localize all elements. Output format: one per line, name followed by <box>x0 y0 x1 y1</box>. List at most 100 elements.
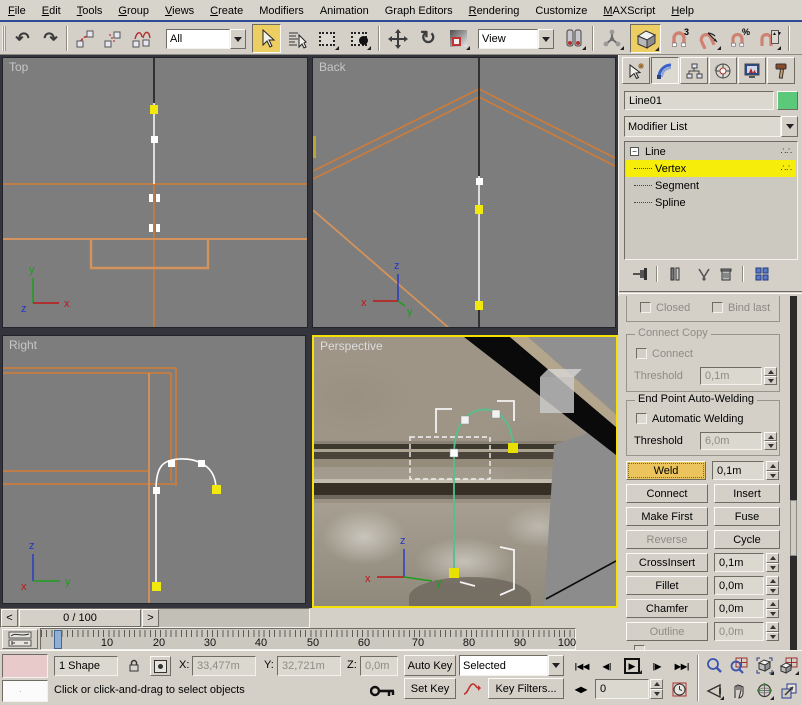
time-slider-next-button[interactable]: > <box>142 609 159 627</box>
connect-button[interactable]: Connect <box>626 484 708 503</box>
weld-value-spinner[interactable] <box>766 461 779 480</box>
outline-field[interactable]: 0,0m <box>714 622 764 641</box>
menu-item-animation[interactable]: Animation <box>312 2 377 19</box>
toolbar-drag-handle[interactable] <box>2 26 6 51</box>
rollout-scrollbar-thumb[interactable] <box>790 500 797 556</box>
stack-item-line[interactable]: − Line ∴∴ <box>626 143 796 160</box>
min-max-toggle-button[interactable] <box>777 679 801 702</box>
zoom-button[interactable] <box>702 654 726 677</box>
arc-rotate-button[interactable] <box>752 679 776 702</box>
x-coordinate-field[interactable]: 33,477m <box>192 656 256 676</box>
key-mode-toggle-button[interactable]: ◀▶ <box>571 680 591 698</box>
viewport-back[interactable]: Back z x y <box>312 57 616 328</box>
maxscript-macro-recorder-pane[interactable] <box>2 654 48 678</box>
tab-utilities[interactable] <box>767 57 795 84</box>
weld-threshold-field[interactable]: 6,0m <box>700 432 762 450</box>
menu-item-help[interactable]: Help <box>663 2 702 19</box>
menu-item-edit[interactable]: Edit <box>34 2 69 19</box>
collapse-box-icon[interactable]: − <box>630 147 639 156</box>
play-button[interactable]: ▶ <box>620 655 644 676</box>
current-frame-field[interactable]: 0 <box>595 679 649 699</box>
reference-coordinate-dropdown[interactable]: View <box>478 29 538 49</box>
tab-hierarchy[interactable] <box>680 57 708 84</box>
viewport-perspective-label[interactable]: Perspective <box>320 339 383 353</box>
viewport-back-label[interactable]: Back <box>319 60 346 74</box>
selection-filter-dropdown[interactable]: All <box>166 29 230 49</box>
chamfer-spinner[interactable] <box>766 599 779 618</box>
fillet-field[interactable]: 0,0m <box>714 576 764 595</box>
menu-item-create[interactable]: Create <box>202 2 251 19</box>
tab-modify[interactable] <box>651 57 679 84</box>
zoom-extents-button[interactable] <box>752 654 776 677</box>
crossinsert-spinner[interactable] <box>766 553 779 572</box>
goto-end-button[interactable]: ▶▶| <box>671 657 693 675</box>
select-and-rotate-button[interactable]: ↻ <box>414 25 442 52</box>
select-and-scale-button[interactable] <box>444 25 472 52</box>
cycle-button[interactable]: Cycle <box>714 530 780 549</box>
key-scope-dropdown-arrow[interactable] <box>548 655 564 676</box>
open-mini-curve-editor-button[interactable] <box>2 629 38 649</box>
z-coordinate-field[interactable]: 0,0m <box>360 656 398 676</box>
automatic-welding-checkbox[interactable] <box>636 413 647 424</box>
snap-3d-toggle-button[interactable]: 3 <box>665 25 693 52</box>
select-and-manipulate-button[interactable] <box>598 25 626 52</box>
make-first-button[interactable]: Make First <box>626 507 708 526</box>
stack-item-vertex[interactable]: Vertex ∴∴ <box>626 160 796 177</box>
select-and-link-button[interactable] <box>71 25 98 52</box>
angle-snap-button[interactable] <box>695 25 723 52</box>
connect-threshold-field[interactable]: 0,1m <box>700 367 762 385</box>
menu-item-customize[interactable]: Customize <box>527 2 595 19</box>
object-name-field[interactable]: Line01 <box>624 91 774 110</box>
tab-create[interactable] <box>622 57 650 84</box>
tab-display[interactable] <box>738 57 766 84</box>
fillet-button[interactable]: Fillet <box>626 576 708 595</box>
time-slider-prev-button[interactable]: < <box>1 609 18 627</box>
stack-item-spline[interactable]: Spline <box>626 194 796 211</box>
modifier-list-dropdown[interactable]: Modifier List <box>624 116 781 137</box>
bind-last-checkbox[interactable] <box>712 302 723 313</box>
selection-lock-toggle-button[interactable] <box>124 656 143 676</box>
menu-item-tools[interactable]: Tools <box>69 2 111 19</box>
y-coordinate-field[interactable]: 32,721m <box>277 656 341 676</box>
viewport-perspective[interactable]: Perspective z <box>312 335 618 608</box>
menu-item-modifiers[interactable]: Modifiers <box>251 2 312 19</box>
insert-button[interactable]: Insert <box>714 484 780 503</box>
auto-key-button[interactable]: Auto Key <box>404 655 456 676</box>
menu-item-group[interactable]: Group <box>110 2 157 19</box>
use-pivot-center-button[interactable] <box>560 25 588 52</box>
select-and-move-button[interactable] <box>384 25 412 52</box>
modifier-list-dropdown-arrow[interactable] <box>781 116 798 137</box>
set-key-button[interactable]: Set Key <box>404 678 456 699</box>
key-scope-dropdown[interactable]: Selected <box>459 655 548 676</box>
viewport-right[interactable]: Right z y x <box>2 335 306 604</box>
viewport-right-label[interactable]: Right <box>9 338 37 352</box>
selection-filter-dropdown-arrow[interactable] <box>230 29 246 49</box>
connect-checkbox[interactable] <box>636 348 647 359</box>
chamfer-button[interactable]: Chamfer <box>626 599 708 618</box>
current-frame-spinner[interactable] <box>650 679 663 699</box>
bind-to-spacewarp-button[interactable] <box>127 25 157 52</box>
menu-item-graph-editors[interactable]: Graph Editors <box>377 2 461 19</box>
absolute-offset-mode-button[interactable] <box>150 656 171 676</box>
goto-start-button[interactable]: |◀◀ <box>571 657 593 675</box>
rectangular-selection-region-button[interactable] <box>313 25 341 52</box>
menu-item-maxscript[interactable]: MAXScript <box>595 2 663 19</box>
zoom-extents-all-button[interactable] <box>777 654 801 677</box>
show-end-result-button[interactable] <box>664 264 686 284</box>
weld-value-field[interactable]: 0,1m <box>712 461 764 480</box>
rollout-scrollbar-track[interactable] <box>790 296 797 650</box>
crossinsert-field[interactable]: 0,1m <box>714 553 764 572</box>
viewport-top[interactable]: Top y x z <box>2 57 308 328</box>
reverse-button[interactable]: Reverse <box>626 530 708 549</box>
track-bar-ruler[interactable]: 0 10 20 30 40 50 60 70 80 90 100 <box>40 628 576 650</box>
menu-item-views[interactable]: Views <box>157 2 202 19</box>
select-by-name-button[interactable] <box>283 25 311 52</box>
weld-button[interactable]: Weld <box>626 461 706 480</box>
remove-modifier-button[interactable] <box>716 264 736 284</box>
pin-stack-button[interactable] <box>628 264 652 284</box>
key-filters-button[interactable]: Key Filters... <box>488 678 564 699</box>
default-tangent-button[interactable] <box>459 678 485 699</box>
snaps-toggle-button[interactable] <box>630 24 661 53</box>
keyboard-shortcut-override-button[interactable] <box>368 679 398 703</box>
fillet-spinner[interactable] <box>766 576 779 595</box>
